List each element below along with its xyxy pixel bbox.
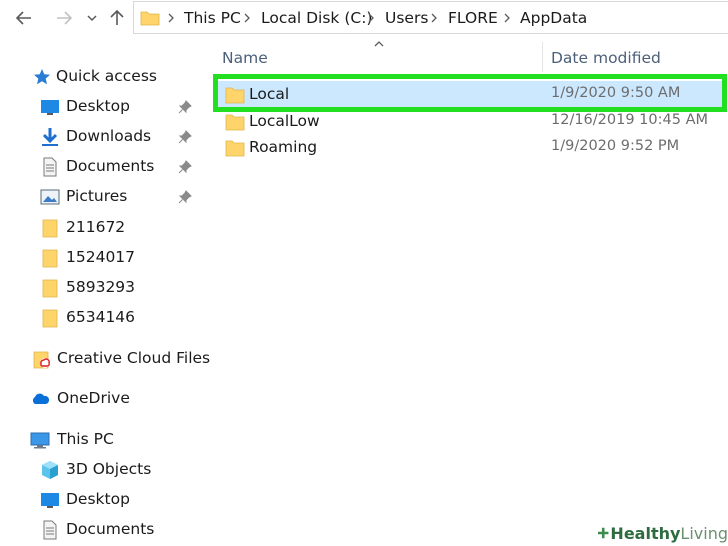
sidebar-label: 1524017 (66, 248, 136, 266)
up-button[interactable] (106, 4, 128, 32)
plus-leaf-icon (597, 527, 609, 539)
sidebar-item-onedrive[interactable]: OneDrive (0, 385, 200, 413)
breadcrumb-local-disk[interactable]: Local Disk (C:) (261, 9, 372, 27)
pin-icon[interactable] (178, 100, 192, 114)
sidebar-label: 6534146 (66, 308, 136, 326)
chevron-right-icon (244, 13, 250, 23)
star-icon (34, 69, 50, 85)
pictures-icon (40, 189, 60, 205)
folder-icon (42, 249, 58, 268)
breadcrumb-users[interactable]: Users (385, 9, 428, 27)
computer-icon (30, 432, 50, 449)
sidebar-item-folder-5893293[interactable]: 5893293 (0, 274, 200, 302)
arrow-left-icon (15, 11, 31, 25)
sidebar-item-pc-documents[interactable]: Documents (0, 516, 200, 544)
watermark-text-2: Living (680, 523, 728, 543)
recent-locations-button[interactable] (84, 4, 100, 32)
sidebar-label: Quick access (56, 67, 157, 85)
file-date: 1/9/2020 9:52 PM (551, 138, 680, 154)
sidebar-label: This PC (57, 430, 114, 448)
arrow-up-icon (110, 9, 124, 25)
sidebar-item-documents[interactable]: Documents (0, 153, 200, 181)
3d-objects-icon (42, 461, 58, 479)
file-date: 12/16/2019 10:45 AM (551, 112, 709, 128)
column-header-name[interactable]: Name (222, 49, 268, 67)
breadcrumb-this-pc[interactable]: This PC (184, 9, 241, 27)
pin-icon[interactable] (178, 160, 192, 174)
pin-icon[interactable] (178, 130, 192, 144)
documents-icon (43, 157, 57, 177)
sidebar-label: 3D Objects (66, 460, 152, 478)
documents-icon (43, 520, 57, 540)
sidebar-label: Desktop (66, 97, 130, 115)
desktop-icon (41, 493, 59, 508)
folder-icon (42, 309, 58, 328)
sidebar-item-pc-desktop[interactable]: Desktop (0, 486, 200, 514)
watermark-text: Healthy (610, 523, 681, 543)
sidebar-item-3d-objects[interactable]: 3D Objects (0, 456, 200, 484)
sidebar-item-downloads[interactable]: Downloads (0, 123, 200, 151)
sidebar-item-this-pc[interactable]: This PC (0, 426, 200, 454)
address-bar: This PC Local Disk (C:) Users FLORE AppD… (0, 0, 728, 38)
back-button[interactable] (10, 4, 38, 32)
file-row-locallow[interactable]: LocalLow 12/16/2019 10:45 AM (217, 108, 723, 134)
folder-icon (140, 11, 160, 26)
chevron-right-icon (168, 13, 174, 23)
forward-button[interactable] (50, 4, 78, 32)
folder-icon (225, 114, 245, 131)
sidebar-label: 211672 (66, 218, 126, 236)
chevron-right-icon (431, 13, 437, 23)
sidebar-label: OneDrive (57, 389, 130, 407)
sidebar-label: Documents (66, 520, 155, 538)
file-row-roaming[interactable]: Roaming 1/9/2020 9:52 PM (217, 134, 723, 160)
cloud-icon (32, 393, 50, 404)
column-header-date-modified[interactable]: Date modified (551, 49, 661, 67)
file-list: Name Date modified Local 1/9/2020 9:50 A… (200, 38, 728, 546)
sidebar-label: Desktop (66, 490, 130, 508)
breadcrumb-flore[interactable]: FLORE (448, 9, 498, 27)
sidebar-label: 5893293 (66, 278, 136, 296)
download-icon (42, 128, 58, 146)
sidebar-item-folder-211672[interactable]: 211672 (0, 214, 200, 242)
sidebar-label: Creative Cloud Files (57, 349, 211, 367)
desktop-icon (41, 100, 59, 115)
navigation-pane: Quick access Desktop Downloads Documents (0, 38, 210, 546)
arrow-right-icon (57, 11, 73, 25)
column-divider[interactable] (542, 42, 543, 72)
file-name: LocalLow (249, 112, 320, 130)
file-row-local[interactable]: Local 1/9/2020 9:50 AM (217, 81, 723, 107)
folder-icon (42, 279, 58, 298)
breadcrumb-appdata[interactable]: AppData (520, 9, 587, 27)
folder-icon (225, 140, 245, 157)
sidebar-item-desktop[interactable]: Desktop (0, 93, 200, 121)
watermark: Healthy Living (596, 520, 728, 546)
pin-icon[interactable] (178, 190, 192, 204)
file-name: Roaming (249, 138, 318, 156)
folder-icon (42, 219, 58, 238)
chevron-right-icon (504, 13, 510, 23)
folder-icon (225, 87, 245, 104)
sidebar-item-creative-cloud[interactable]: Creative Cloud Files (0, 345, 210, 373)
file-date: 1/9/2020 9:50 AM (551, 85, 681, 101)
sidebar-item-folder-1524017[interactable]: 1524017 (0, 244, 200, 272)
sidebar-item-pictures[interactable]: Pictures (0, 183, 200, 211)
creative-cloud-icon (33, 351, 50, 369)
sidebar-item-quick-access[interactable]: Quick access (0, 63, 200, 91)
sort-ascending-icon (374, 41, 384, 47)
sidebar-label: Downloads (66, 127, 152, 145)
address-box[interactable]: This PC Local Disk (C:) Users FLORE AppD… (133, 1, 728, 34)
file-name: Local (249, 85, 290, 103)
sidebar-label: Pictures (66, 187, 128, 205)
sidebar-item-folder-6534146[interactable]: 6534146 (0, 304, 200, 332)
chevron-down-icon (87, 15, 97, 22)
sidebar-label: Documents (66, 157, 155, 175)
chevron-right-icon (368, 13, 374, 23)
